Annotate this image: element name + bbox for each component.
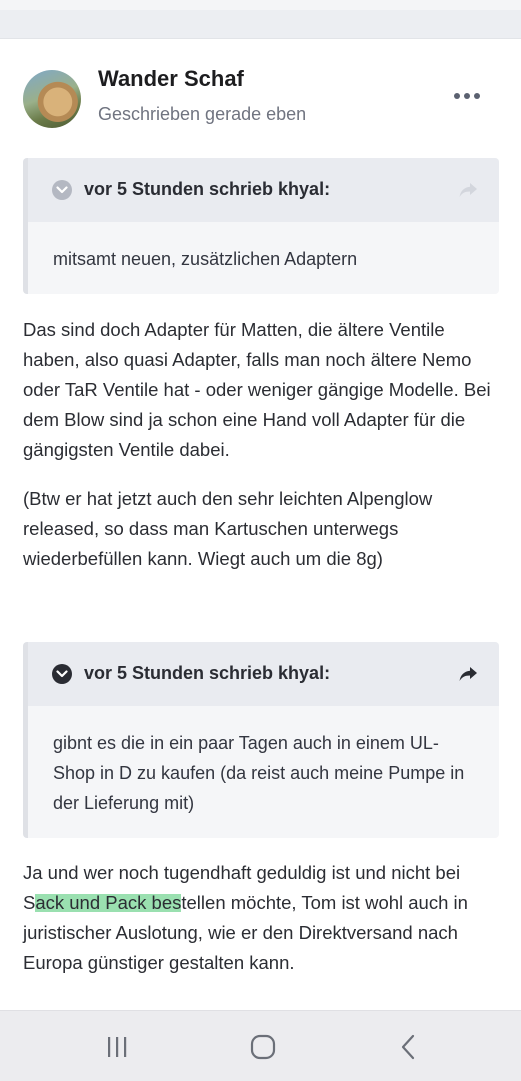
home-icon[interactable] [247, 1031, 279, 1063]
ellipsis-icon [474, 93, 480, 99]
quote-attribution: vor 5 Stunden schrieb khyal: [84, 663, 331, 683]
quote-header[interactable]: vor 5 Stunden schrieb khyal: [28, 642, 499, 706]
quote-header[interactable]: vor 5 Stunden schrieb khyal: [28, 158, 499, 222]
ellipsis-icon [464, 93, 470, 99]
post-header: Wander Schaf Geschrieben gerade eben [0, 38, 521, 148]
more-options-button[interactable] [454, 88, 484, 104]
ellipsis-icon [454, 93, 460, 99]
quote-text: mitsamt neuen, zusätzlichen Adaptern [53, 249, 358, 269]
recent-apps-icon[interactable] [101, 1031, 133, 1063]
quote-block: vor 5 Stunden schrieb khyal: gibnt es di… [23, 642, 499, 838]
quote-text: gibnt es die in ein paar Tagen auch in e… [53, 733, 465, 813]
system-navigation-bar [0, 1010, 521, 1081]
share-arrow-icon[interactable] [456, 178, 480, 202]
quote-attribution: vor 5 Stunden schrieb khyal: [84, 179, 331, 199]
chevron-down-circle-icon[interactable] [52, 180, 72, 200]
highlighted-text: ack und Pack bes [35, 892, 182, 913]
post-paragraph: Das sind doch Adapter für Matten, die äl… [23, 319, 491, 460]
post-paragraph: Ja und wer noch tugendhaft geduldig ist … [23, 858, 503, 978]
author-name[interactable]: Wander Schaf [98, 66, 244, 92]
chevron-down-circle-icon[interactable] [52, 664, 72, 684]
quote-block: vor 5 Stunden schrieb khyal: mitsamt neu… [23, 158, 499, 294]
top-bar [0, 0, 521, 39]
share-arrow-icon[interactable] [456, 662, 480, 686]
post-timestamp: Geschrieben gerade eben [98, 104, 307, 124]
back-icon[interactable] [393, 1031, 425, 1063]
post-paragraph: (Btw er hat jetzt auch den sehr leichten… [23, 488, 433, 569]
avatar[interactable] [23, 70, 81, 128]
